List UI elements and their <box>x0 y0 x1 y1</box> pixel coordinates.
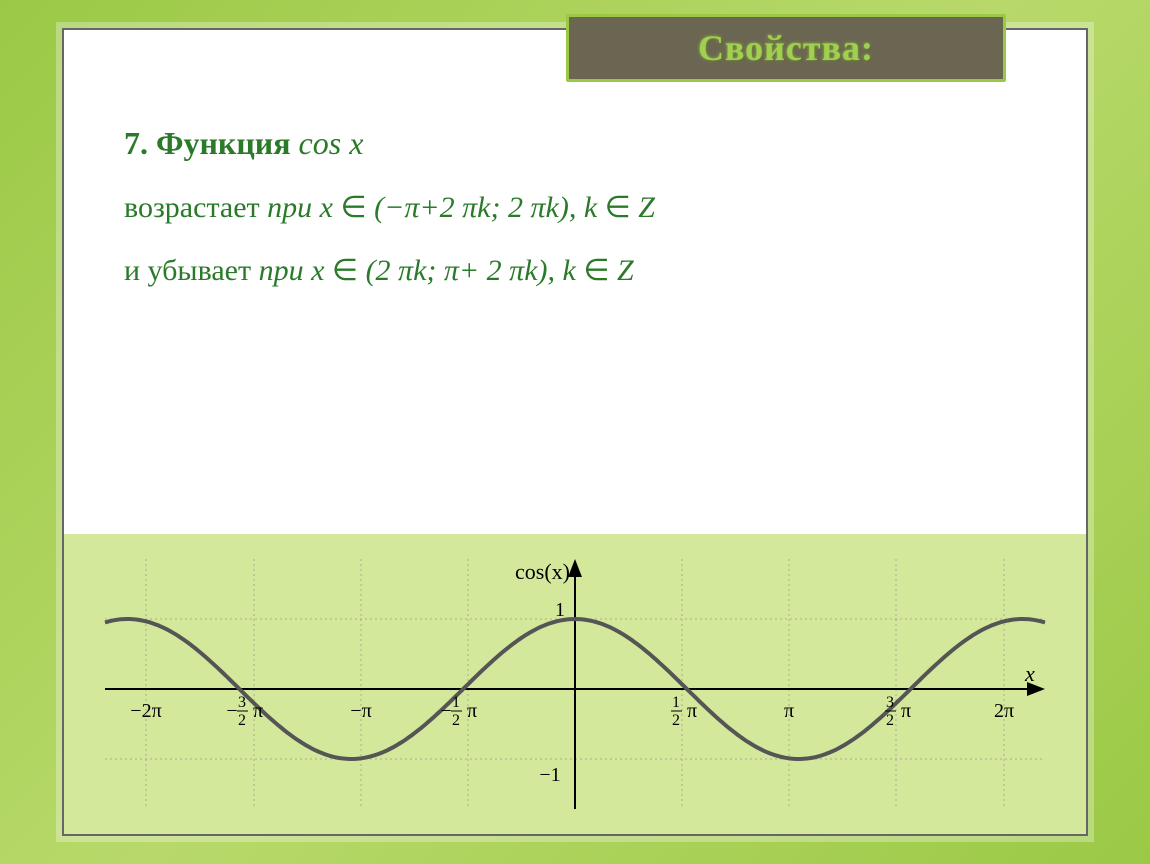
svg-text:2: 2 <box>238 712 246 729</box>
x-tick-npi: −π <box>350 700 371 722</box>
property-heading: 7. Функция cos x <box>124 125 1026 162</box>
header-title: Свойства: <box>698 27 874 69</box>
svg-text:2: 2 <box>452 712 460 729</box>
x-tick-nh2pi: 1 − 2 π <box>440 694 477 729</box>
svg-text:π: π <box>253 700 263 722</box>
line2-mid: при x <box>267 191 340 224</box>
line3-pre: и убывает <box>124 254 259 287</box>
svg-text:1: 1 <box>452 694 460 711</box>
y-tick-1: 1 <box>555 599 565 621</box>
elem1: ∈ <box>341 191 367 224</box>
x-tick-n2pi: −2π <box>130 700 161 722</box>
x-tick-pi: π <box>784 700 794 722</box>
svg-text:3: 3 <box>886 694 894 711</box>
x-tick-h2pi: 1 2 π <box>671 694 697 729</box>
svg-text:−: − <box>440 700 451 722</box>
svg-text:2: 2 <box>886 712 894 729</box>
line1-prefix: 7. Функция <box>124 125 299 161</box>
x-tick-n3h2pi: 3 − 2 π <box>226 694 263 729</box>
line2-pre: возрастает <box>124 191 267 224</box>
cosine-plot: 1 −1 cos(x) x −2π 3 − 2 π −π 1 − <box>104 559 1046 809</box>
chart-area: 1 −1 cos(x) x −2π 3 − 2 π −π 1 − <box>64 534 1086 834</box>
elem4: ∈ <box>583 254 609 287</box>
svg-text:π: π <box>687 700 697 722</box>
svg-text:π: π <box>901 700 911 722</box>
decreasing-interval: и убывает при x ∈ (2 πk; π+ 2 πk), k ∈ Z <box>124 253 1026 288</box>
svg-text:2: 2 <box>672 712 680 729</box>
line2-post: (−π+2 πk; 2 πk), k <box>374 191 605 224</box>
y-tick-neg1: −1 <box>539 764 560 786</box>
x-tick-2pi: 2π <box>994 700 1014 722</box>
line2-end: Z <box>638 191 655 224</box>
elem3: ∈ <box>332 254 358 287</box>
line3-post: (2 πk; π+ 2 πk), k <box>366 254 584 287</box>
line1-func: cos x <box>299 125 364 161</box>
svg-text:π: π <box>467 700 477 722</box>
increasing-interval: возрастает при x ∈ (−π+2 πk; 2 πk), k ∈ … <box>124 190 1026 225</box>
svg-text:3: 3 <box>238 694 246 711</box>
x-axis-label: x <box>1024 661 1035 686</box>
line3-mid: при x <box>259 254 332 287</box>
svg-text:−: − <box>226 700 237 722</box>
y-axis-arrow <box>568 559 582 577</box>
svg-text:1: 1 <box>672 694 680 711</box>
slide-frame: Свойства: 7. Функция cos x возрастает пр… <box>62 28 1088 836</box>
chart-title: cos(x) <box>515 559 570 584</box>
chart-inner: 1 −1 cos(x) x −2π 3 − 2 π −π 1 − <box>104 559 1046 809</box>
line3-end: Z <box>617 254 634 287</box>
elem2: ∈ <box>605 191 631 224</box>
header-box: Свойства: <box>566 14 1006 82</box>
